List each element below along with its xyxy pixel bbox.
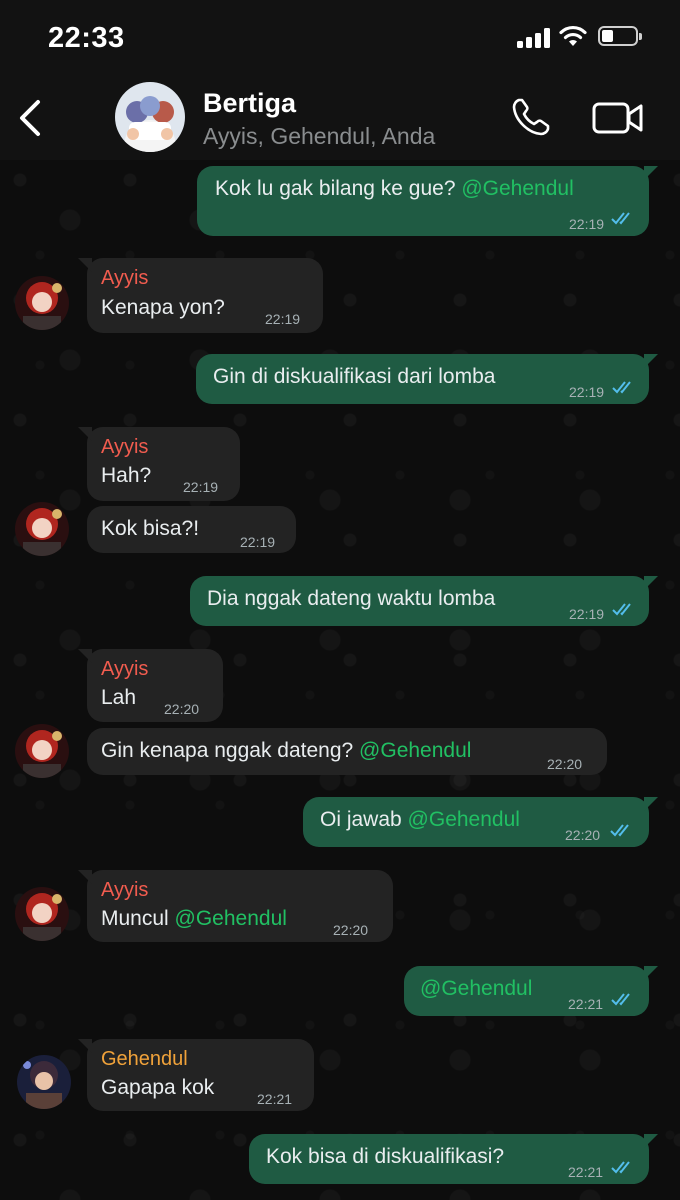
- message-text: Muncul @Gehendul: [101, 907, 287, 930]
- sender-name: Ayyis: [101, 879, 149, 901]
- message-time: 22:20: [164, 701, 200, 717]
- video-icon[interactable]: [592, 100, 644, 136]
- message-bubble-incoming[interactable]: Kok bisa?! 22:19: [87, 506, 296, 553]
- sender-name: Ayyis: [101, 436, 149, 458]
- battery-level: [602, 30, 613, 42]
- message-text: @Gehendul: [420, 975, 532, 1003]
- message-bubble-incoming[interactable]: Gin kenapa nggak dateng? @Gehendul 22:20: [87, 728, 607, 775]
- sender-name: Ayyis: [101, 267, 149, 289]
- message-bubble-outgoing[interactable]: Oi jawab @Gehendul 22:20: [303, 797, 658, 847]
- message-text: Gin di diskualifikasi dari lomba: [213, 365, 496, 388]
- message-bubble-outgoing[interactable]: @Gehendul 22:21: [404, 966, 658, 1016]
- message-text: Gin kenapa nggak dateng? @Gehendul: [101, 739, 472, 762]
- avatar-ayyis[interactable]: [15, 724, 69, 778]
- avatar-ayyis[interactable]: [15, 276, 69, 330]
- message-text: Kenapa yon?: [101, 296, 225, 319]
- message-bubble-incoming[interactable]: Ayyis Muncul @Gehendul 22:20: [78, 870, 393, 942]
- read-ticks-icon: [610, 824, 629, 837]
- status-time: 22:33: [48, 22, 125, 54]
- message-time: 22:20: [333, 922, 369, 938]
- message-bubble-incoming[interactable]: Ayyis Hah? 22:19: [78, 427, 240, 501]
- message-time: 22:21: [568, 996, 604, 1012]
- message-text: Gapapa kok: [101, 1076, 215, 1099]
- sender-name: Gehendul: [101, 1048, 188, 1070]
- message-text: Kok bisa?!: [101, 517, 200, 540]
- read-ticks-icon: [612, 381, 631, 394]
- group-avatar[interactable]: [115, 82, 185, 152]
- message-bubble-incoming[interactable]: Ayyis Kenapa yon? 22:19: [78, 258, 323, 333]
- message-time: 22:20: [547, 756, 583, 772]
- group-members[interactable]: Ayyis, Gehendul, Anda: [203, 123, 435, 150]
- mention: @Gehendul: [174, 907, 287, 930]
- chat-header: Bertiga Ayyis, Gehendul, Anda: [0, 78, 680, 160]
- sender-name: Ayyis: [101, 658, 149, 680]
- message-time: 22:20: [565, 827, 601, 843]
- read-ticks-icon: [611, 1161, 630, 1174]
- mention: @Gehendul: [359, 739, 472, 762]
- message-time: 22:21: [257, 1091, 293, 1107]
- group-name[interactable]: Bertiga: [203, 88, 296, 119]
- message-text: Lah: [101, 686, 137, 709]
- message-text: Hah?: [101, 464, 152, 487]
- avatar-ayyis[interactable]: [15, 887, 69, 941]
- message-bubble-incoming[interactable]: Gehendul Gapapa kok 22:21: [78, 1039, 314, 1111]
- read-ticks-icon: [612, 603, 631, 616]
- message-bubble-outgoing[interactable]: Dia nggak dateng waktu lomba 22:19: [190, 576, 658, 626]
- message-bubble-outgoing[interactable]: Kok bisa di diskualifikasi? 22:21: [249, 1134, 658, 1184]
- back-icon[interactable]: [16, 98, 46, 138]
- read-ticks-icon: [611, 212, 630, 225]
- message-time: 22:19: [569, 606, 605, 622]
- avatar-gehendul[interactable]: [17, 1055, 71, 1109]
- message-time: 22:19: [569, 216, 605, 232]
- avatar-ayyis[interactable]: [15, 502, 69, 556]
- mention: @Gehendul: [461, 177, 574, 200]
- message-time: 22:21: [568, 1164, 604, 1180]
- wifi-icon: [559, 25, 587, 46]
- read-ticks-icon: [611, 993, 630, 1006]
- message-text: Oi jawab @Gehendul: [320, 808, 520, 831]
- message-time: 22:19: [183, 479, 219, 495]
- battery-icon: [598, 26, 642, 46]
- message-bubble-outgoing[interactable]: Gin di diskualifikasi dari lomba 22:19: [196, 354, 658, 404]
- message-text: Dia nggak dateng waktu lomba: [207, 587, 496, 610]
- signal-icon: [517, 28, 551, 48]
- message-time: 22:19: [265, 311, 301, 327]
- message-time: 22:19: [240, 534, 276, 550]
- message-text: Kok bisa di diskualifikasi?: [266, 1145, 505, 1168]
- message-time: 22:19: [569, 384, 605, 400]
- phone-icon[interactable]: [510, 96, 552, 138]
- message-bubble-outgoing[interactable]: Kok lu gak bilang ke gue? @Gehendul 22:1…: [197, 166, 658, 236]
- mention: @Gehendul: [407, 808, 520, 831]
- message-bubble-incoming[interactable]: Ayyis Lah 22:20: [78, 649, 223, 722]
- mention: @Gehendul: [420, 977, 533, 1000]
- message-text: Kok lu gak bilang ke gue? @Gehendul: [215, 177, 574, 200]
- status-bar: 22:33: [0, 0, 680, 78]
